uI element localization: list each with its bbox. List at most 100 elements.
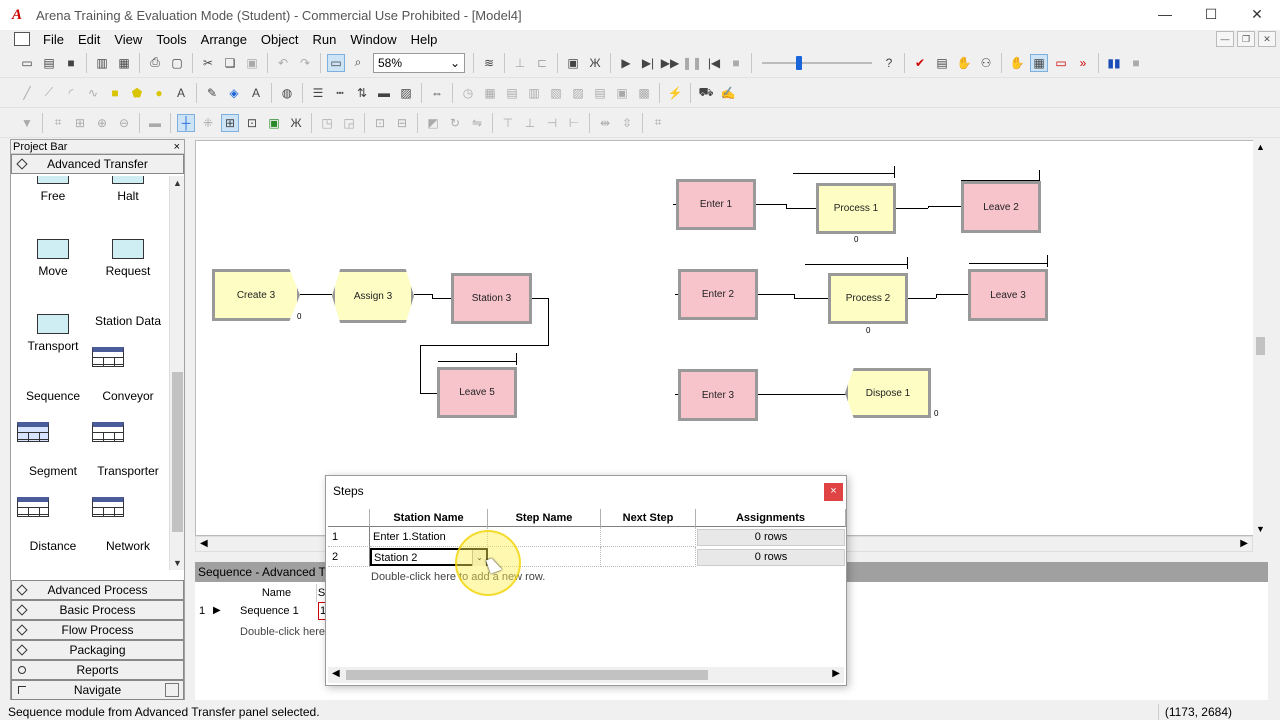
new-file-icon[interactable]: ▭ (18, 54, 36, 72)
grid-icon[interactable]: ┼ (177, 113, 195, 132)
text-icon[interactable]: A (172, 84, 190, 102)
menu-run[interactable]: Run (306, 32, 344, 47)
sequence-name-cell[interactable]: Sequence 1 (240, 602, 318, 620)
arc-icon[interactable]: ◜ (62, 84, 80, 102)
space-down-icon[interactable]: ⇳ (618, 114, 636, 132)
space-across-icon[interactable]: ⇹ (596, 114, 614, 132)
connector[interactable] (420, 345, 549, 346)
column-header-step-name[interactable]: Step Name (488, 509, 601, 527)
histogram-icon[interactable]: ▧ (547, 84, 565, 102)
module-leave-2[interactable]: Leave 2 (961, 181, 1041, 233)
module-leave-5[interactable]: Leave 5 (437, 367, 517, 418)
row-number[interactable]: 1 (328, 527, 370, 547)
zoom-select[interactable]: 58% ⌄ (373, 52, 465, 73)
highlight-icon[interactable]: ✋ (1008, 54, 1026, 72)
connector[interactable] (936, 294, 968, 295)
zoom-window-icon[interactable]: ⊞ (71, 114, 89, 132)
rotate-icon[interactable]: ↻ (446, 114, 464, 132)
zoom-in-icon[interactable]: ⊕ (93, 114, 111, 132)
module-enter-2[interactable]: Enter 2 (678, 269, 758, 320)
resource-icon[interactable]: ▣ (613, 84, 631, 102)
panel-tab-reports[interactable]: Reports (11, 660, 184, 680)
layout-icon[interactable]: ▦ (1030, 53, 1048, 72)
connector[interactable] (758, 394, 846, 395)
view-region-icon[interactable]: ▭ (327, 53, 345, 72)
module-network[interactable]: Network (90, 539, 166, 553)
variable-icon[interactable]: ▤ (503, 84, 521, 102)
module-sequence[interactable]: Sequence (15, 389, 91, 442)
connector[interactable] (432, 298, 451, 299)
clock-icon[interactable]: ◷ (459, 84, 477, 102)
snap-icon[interactable]: ⁜ (199, 114, 217, 132)
polygon-icon[interactable]: ⬟ (128, 84, 146, 102)
save-icon[interactable]: ■ (62, 54, 80, 72)
column-header-station-name[interactable]: Station Name (370, 509, 488, 527)
align-top-icon[interactable]: ⊤ (499, 114, 517, 132)
scroll-up-icon[interactable]: ▲ (173, 178, 182, 188)
module-free[interactable]: Free (15, 176, 91, 203)
expression-icon[interactable]: Ж (287, 114, 305, 132)
module-assign-3[interactable]: Assign 3 (332, 269, 414, 323)
zoom-icon[interactable]: ⌕ (349, 54, 367, 72)
grid-settings-icon[interactable]: ⌗ (649, 114, 667, 132)
module-enter-3[interactable]: Enter 3 (678, 369, 758, 421)
bring-front-icon[interactable]: ◳ (318, 114, 336, 132)
mdi-close-icon[interactable]: ✕ (1258, 31, 1276, 47)
print-icon[interactable]: ⎙ (146, 54, 164, 72)
line-pattern-icon[interactable]: ▬ (375, 84, 393, 102)
station-name-combo[interactable]: Station 2 ⌄ (370, 548, 488, 566)
menu-help[interactable]: Help (404, 32, 445, 47)
document-icon[interactable] (14, 32, 30, 46)
show-dimensions-icon[interactable]: ⇔ (428, 84, 446, 102)
plot-icon[interactable]: ▨ (569, 84, 587, 102)
connector[interactable] (756, 204, 786, 205)
hand-icon[interactable]: ✋ (955, 54, 973, 72)
module-request[interactable]: Request (90, 239, 166, 278)
station-name-cell[interactable]: Enter 1.Station (370, 527, 488, 547)
add-row-hint[interactable]: Double-click here (240, 626, 325, 638)
paste-icon[interactable]: ▣ (243, 54, 261, 72)
layers-icon[interactable]: ≋ (480, 54, 498, 72)
maximize-button[interactable]: ☐ (1188, 0, 1234, 30)
connector[interactable] (928, 206, 961, 207)
background-color-icon[interactable]: ◍ (278, 84, 296, 102)
connector[interactable] (420, 393, 437, 394)
box-icon[interactable]: ■ (106, 84, 124, 102)
align-right-icon[interactable]: ⊢ (565, 114, 583, 132)
column-header-assignments[interactable]: Assignments (696, 509, 846, 527)
animation-speed-slider[interactable] (762, 55, 872, 70)
submodel-icon[interactable]: ▣ (564, 54, 582, 72)
menu-edit[interactable]: Edit (71, 32, 107, 47)
start-over-icon[interactable]: |◀ (705, 54, 723, 72)
template-attach-icon[interactable]: ▥ (93, 54, 111, 72)
flip-vertical-icon[interactable]: ⇋ (468, 114, 486, 132)
column-header-next-step[interactable]: Next Step (601, 509, 696, 527)
smart-connect-icon[interactable]: ⊏ (533, 54, 551, 72)
menu-window[interactable]: Window (343, 32, 403, 47)
scroll-down-icon[interactable]: ▼ (1256, 524, 1265, 534)
scroll-thumb[interactable] (346, 670, 708, 680)
module-enter-1[interactable]: Enter 1 (676, 179, 756, 230)
connector[interactable] (758, 294, 794, 295)
close-button[interactable]: × (824, 483, 843, 501)
assignments-button[interactable]: 0 rows (697, 529, 845, 546)
fast-forward-icon[interactable]: ▶▶ (661, 54, 679, 72)
route-tool-icon[interactable]: ✍ (719, 84, 737, 102)
end-icon[interactable]: ■ (727, 54, 745, 72)
line-color-icon[interactable]: ✎ (203, 84, 221, 102)
bezier-icon[interactable]: ∿ (84, 84, 102, 102)
row-selector-icon[interactable]: ▶ (213, 602, 227, 620)
fill-pattern-icon[interactable]: ▨ (397, 84, 415, 102)
record-icon[interactable]: ▮▮ (1105, 54, 1123, 72)
panel-tab-basic-process[interactable]: Basic Process (11, 600, 184, 620)
minimize-button[interactable]: — (1142, 0, 1188, 30)
stop-record-icon[interactable]: ■ (1127, 54, 1145, 72)
menu-arrange[interactable]: Arrange (194, 32, 254, 47)
scroll-left-icon[interactable]: ◀ (332, 668, 340, 679)
connector[interactable] (414, 294, 432, 295)
mdi-restore-icon[interactable]: ❐ (1237, 31, 1255, 47)
station-tool-icon[interactable]: ⛟ (697, 84, 715, 102)
scroll-down-icon[interactable]: ▼ (173, 558, 182, 568)
pause-icon[interactable]: ❚❚ (682, 54, 702, 72)
command-icon[interactable]: ▤ (933, 54, 951, 72)
